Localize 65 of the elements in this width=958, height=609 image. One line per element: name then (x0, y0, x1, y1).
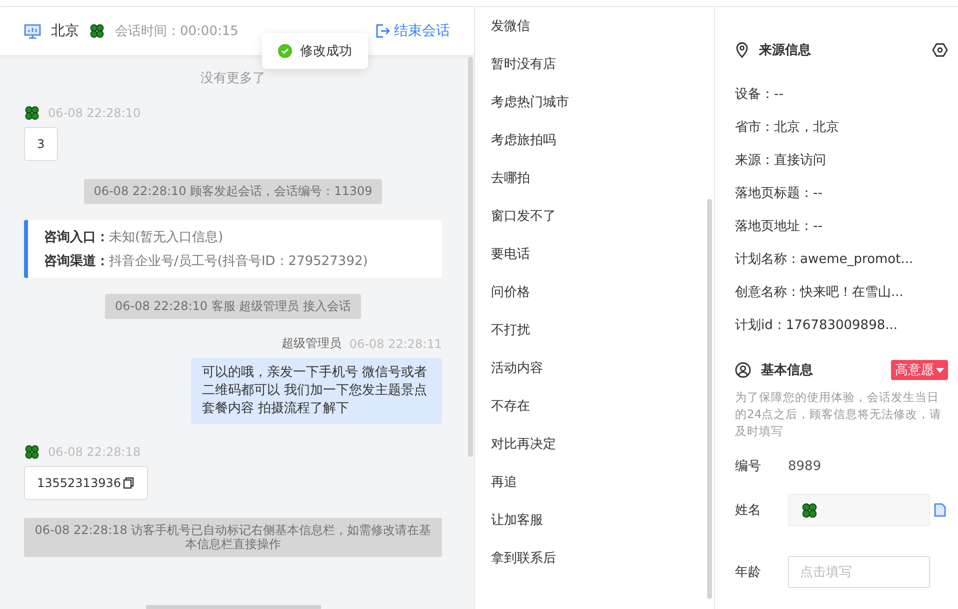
monitor-icon (24, 24, 41, 38)
source-info-row-text: 设备：-- (735, 86, 784, 104)
intent-tag-dropdown[interactable]: 高意愿 (891, 360, 948, 380)
scrollbar[interactable] (707, 199, 712, 599)
quick-reply-item[interactable]: 再追 (491, 463, 714, 501)
settings-icon[interactable] (932, 42, 948, 58)
quick-reply-item[interactable]: 考虑旅拍吗 (491, 121, 714, 159)
system-message: 06-08 22:28:10 客服 超级管理员 接入会话 (104, 294, 362, 320)
quick-reply-item[interactable]: 暂时没有店 (491, 45, 714, 83)
section-title: 基本信息 (761, 362, 813, 379)
field-value: 8989 (788, 458, 822, 474)
quick-reply-item[interactable]: 不存在 (491, 387, 714, 425)
source-info-row-text: 计划id：176783009898... (735, 316, 899, 334)
message-time: 06-08 22:28:10 (48, 106, 141, 120)
quick-reply-item[interactable]: 去哪拍 (491, 159, 714, 197)
copy-icon[interactable] (122, 477, 135, 490)
field-label: 编号 (735, 458, 762, 475)
message-bubble: 13552313936 (24, 466, 148, 500)
source-info-row-text: 落地页地址：-- (735, 218, 824, 236)
field-label: 姓名 (735, 502, 762, 519)
user-icon (735, 362, 751, 378)
end-session-button[interactable]: 结束会话 (376, 22, 450, 40)
name-field[interactable] (788, 494, 930, 526)
message-bubble: 可以的哦，亲发一下手机号 微信号或者二维码都可以 我们加一下您发主题景点套餐内容 拍摄流程了解下 (191, 358, 442, 424)
quick-reply-item[interactable]: 考虑热门城市 (491, 83, 714, 121)
scrollbar[interactable] (468, 57, 473, 457)
quick-reply-item[interactable]: 问价格 (491, 273, 714, 311)
check-icon (278, 44, 292, 58)
quick-reply-item[interactable]: 窗口发不了 (491, 197, 714, 235)
location-text: 北京 (51, 22, 79, 40)
message-time: 06-08 22:28:18 (48, 445, 141, 460)
session-time: 会话时间：00:00:15 (115, 23, 238, 40)
message-bubble: 3 (24, 127, 58, 161)
exit-icon (376, 24, 390, 38)
clover-icon (89, 23, 105, 39)
source-info-row-text: 省市：北京，北京 (735, 118, 840, 136)
age-field[interactable]: 点击填写 (788, 556, 930, 588)
entry-info-line: 咨询渠道：抖音企业号/员工号(抖音号ID：279527392) (44, 252, 369, 270)
quick-reply-item[interactable]: 不打扰 (491, 311, 714, 349)
caret-icon (936, 368, 944, 372)
system-message: 06-08 22:28:18 访客手机号已自动标记右侧基本信息栏，如需修改请在基本信息栏直接操作 (24, 518, 442, 557)
quick-reply-item[interactable]: 让加客服 (491, 501, 714, 539)
agent-name: 超级管理员 (281, 335, 342, 352)
quick-reply-item[interactable]: 拿到联系后 (491, 539, 714, 577)
message-time: 06-08 22:28:11 (349, 336, 442, 351)
clover-icon (24, 444, 40, 460)
source-info-row-text: 创意名称：快来吧！在雪山... (735, 284, 904, 302)
no-more-text: 没有更多了 (200, 70, 266, 87)
quick-reply-item[interactable]: 活动内容 (491, 349, 714, 387)
clover-icon (24, 105, 40, 121)
source-info-row-text: 落地页标题：-- (735, 184, 824, 202)
quick-reply-item[interactable]: 要电话 (491, 235, 714, 273)
entry-info-line: 咨询入口：未知(暂无入口信息) (44, 228, 224, 246)
location-pin-icon (735, 42, 749, 58)
notice-text: 为了保障您的使用体验，会话发生当日的24点之后，顾客信息将无法修改，请及时填写 (735, 389, 943, 440)
source-info-row-text: 来源：直接访问 (735, 152, 827, 170)
document-icon[interactable] (934, 503, 946, 517)
quick-reply-item[interactable]: 对比再决定 (491, 425, 714, 463)
section-title: 来源信息 (759, 42, 811, 59)
source-info-row-text: 计划名称：aweme_promot... (735, 250, 914, 268)
field-label: 年龄 (735, 564, 762, 581)
quick-reply-item[interactable]: 发微信 (491, 7, 714, 45)
toast-text: 修改成功 (300, 43, 352, 60)
clover-icon (801, 502, 818, 518)
system-message: 06-08 22:28:10 顾客发起会话，会话编号：11309 (84, 179, 382, 204)
